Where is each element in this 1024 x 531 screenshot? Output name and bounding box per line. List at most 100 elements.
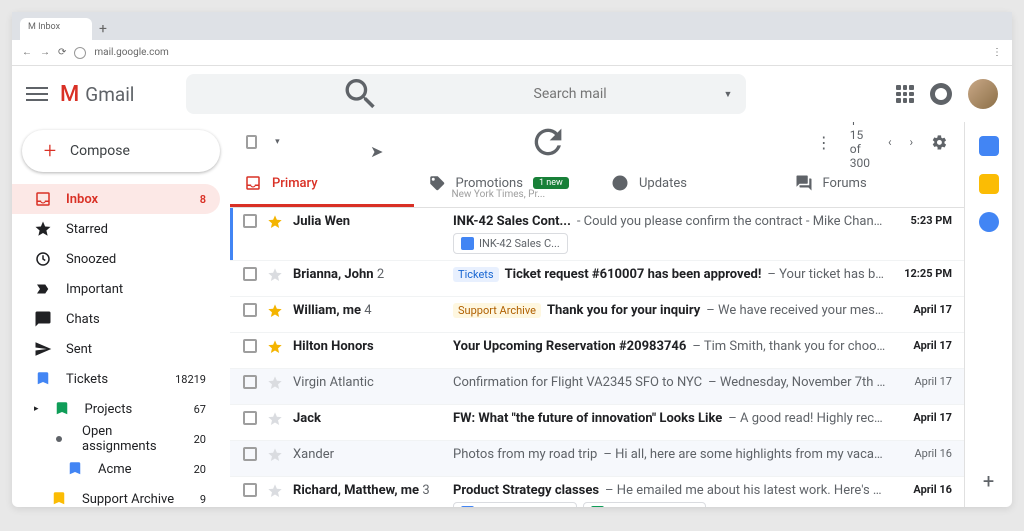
sidebar-item-snoozed[interactable]: Snoozed <box>12 244 220 274</box>
email-row[interactable]: JackFW: What "the future of innovation" … <box>230 405 964 441</box>
row-checkbox[interactable] <box>243 214 257 228</box>
row-checkbox[interactable] <box>243 339 257 353</box>
add-addon-icon[interactable]: + <box>983 469 994 493</box>
nav-count: 8 <box>200 193 206 206</box>
compose-button[interactable]: + Compose <box>22 130 220 172</box>
important-icon <box>34 280 52 298</box>
attachment-chip[interactable]: (WIP) Enterprise... <box>583 502 705 507</box>
browser-menu-icon[interactable]: ⋮ <box>992 47 1002 58</box>
timestamp: 12:25 PM <box>896 267 952 280</box>
timestamp: April 16 <box>896 447 952 460</box>
row-checkbox[interactable] <box>243 267 257 281</box>
attachment-chip[interactable]: INK-42 Sales C... <box>453 233 568 254</box>
sidebar-item-sent[interactable]: Sent <box>12 334 220 364</box>
star-icon[interactable] <box>267 214 283 230</box>
tasks-icon[interactable] <box>979 212 999 232</box>
calendar-icon[interactable] <box>979 136 999 156</box>
select-caret-icon[interactable]: ▾ <box>275 137 280 147</box>
sidebar-item-projects[interactable]: ▸Projects67 <box>12 394 220 424</box>
sidebar-item-acme[interactable]: Acme20 <box>12 454 220 484</box>
keep-icon[interactable] <box>979 174 999 194</box>
sidebar-item-starred[interactable]: Starred <box>12 214 220 244</box>
star-icon[interactable] <box>267 339 283 355</box>
nav-fwd-icon[interactable]: → <box>40 47 50 58</box>
tab-label: Primary <box>272 176 318 191</box>
sidebar-item-chats[interactable]: Chats <box>12 304 220 334</box>
star-icon[interactable] <box>267 483 283 499</box>
chat-icon <box>34 310 52 328</box>
tab-promotions[interactable]: Promotions1 newNew York Times, Pr... <box>414 162 598 207</box>
star-icon[interactable] <box>267 303 283 319</box>
label-blue-icon <box>66 460 84 478</box>
email-row[interactable]: XanderPhotos from my road trip – Hi all,… <box>230 441 964 477</box>
row-checkbox[interactable] <box>243 483 257 497</box>
sender: Hilton Honors <box>293 339 443 354</box>
search-input[interactable] <box>534 86 712 102</box>
category-label: Tickets <box>453 267 499 282</box>
star-icon[interactable] <box>267 447 283 463</box>
plus-icon: + <box>40 141 60 161</box>
sidebar-item-inbox[interactable]: Inbox 8 <box>12 184 220 214</box>
nav-label: Chats <box>66 312 100 327</box>
email-row[interactable]: Virgin AtlanticConfirmation for Flight V… <box>230 369 964 405</box>
refresh-icon[interactable] <box>298 122 798 162</box>
nav-label: Snoozed <box>66 252 116 267</box>
settings-icon[interactable] <box>931 134 948 151</box>
sidebar-item-tickets[interactable]: Tickets18219 <box>12 364 220 394</box>
timestamp: April 17 <box>896 411 952 424</box>
page-prev-icon[interactable]: ‹ <box>888 135 892 149</box>
email-row[interactable]: Hilton Honors Your Upcoming Reservation #… <box>230 333 964 369</box>
tab-forums[interactable]: Forums <box>781 162 965 207</box>
sidebar-item-support-archive[interactable]: Support Archive9 <box>12 484 220 507</box>
snippet: – Hi all, here are some highlights from … <box>603 447 886 462</box>
sender: William, me 4 <box>293 303 443 318</box>
nav-count: 20 <box>194 463 206 476</box>
more-icon[interactable]: ⋮ <box>816 133 832 152</box>
sidebar-item-important[interactable]: Important <box>12 274 220 304</box>
nav-label: Inbox <box>66 192 98 207</box>
sender: Brianna, John 2 <box>293 267 443 282</box>
attachment-chip[interactable]: Enterprise UX Sp... <box>453 502 577 507</box>
notifications-icon[interactable] <box>930 83 952 105</box>
select-all-checkbox[interactable] <box>246 135 257 149</box>
nav-label: Sent <box>66 342 92 357</box>
email-row[interactable]: Richard, Matthew, me 3Product Strategy c… <box>230 477 964 507</box>
account-avatar[interactable] <box>968 79 998 109</box>
sidebar-item-open-assignments[interactable]: Open assignments20 <box>12 424 220 454</box>
compose-label: Compose <box>70 143 130 159</box>
nav-label: Starred <box>66 222 108 237</box>
row-checkbox[interactable] <box>243 303 257 317</box>
row-checkbox[interactable] <box>243 375 257 389</box>
email-row[interactable]: William, me 4Support ArchiveThank you fo… <box>230 297 964 333</box>
page-next-icon[interactable]: › <box>910 135 914 149</box>
tab-primary[interactable]: Primary <box>230 162 414 207</box>
logo-m-icon: M <box>60 82 79 107</box>
url-text[interactable]: mail.google.com <box>94 47 168 58</box>
nav-count: 18219 <box>175 373 206 386</box>
subject: Your Upcoming Reservation #20983746 <box>453 339 686 354</box>
reload-icon[interactable]: ⟳ <box>58 47 66 58</box>
search-options-icon[interactable]: ▼ <box>724 89 733 100</box>
tab-label: Forums <box>823 176 867 191</box>
nav-back-icon[interactable]: ← <box>22 47 32 58</box>
timestamp: April 16 <box>896 483 952 496</box>
search-box[interactable]: ▼ <box>186 74 746 114</box>
subject: Photos from my road trip <box>453 447 597 462</box>
snippet: – He emailed me about his latest work. H… <box>605 483 886 498</box>
email-row[interactable]: Brianna, John 2TicketsTicket request #61… <box>230 261 964 297</box>
row-checkbox[interactable] <box>243 411 257 425</box>
row-checkbox[interactable] <box>243 447 257 461</box>
timestamp: April 17 <box>896 375 952 388</box>
nav-label: Support Archive <box>82 492 174 507</box>
email-row[interactable]: Julia WenINK-42 Sales Cont... - Could yo… <box>230 208 964 261</box>
star-icon[interactable] <box>267 375 283 391</box>
star-icon[interactable] <box>267 267 283 283</box>
new-tab-button[interactable]: + <box>92 18 114 40</box>
tab-updates[interactable]: Updates <box>597 162 781 207</box>
tab-subtitle: New York Times, Pr... <box>452 189 546 200</box>
browser-tab[interactable]: M Inbox <box>20 18 92 40</box>
star-icon[interactable] <box>267 411 283 427</box>
apps-grid-icon[interactable] <box>896 85 914 103</box>
main-menu-icon[interactable] <box>26 83 48 105</box>
site-info-icon[interactable] <box>74 47 86 59</box>
